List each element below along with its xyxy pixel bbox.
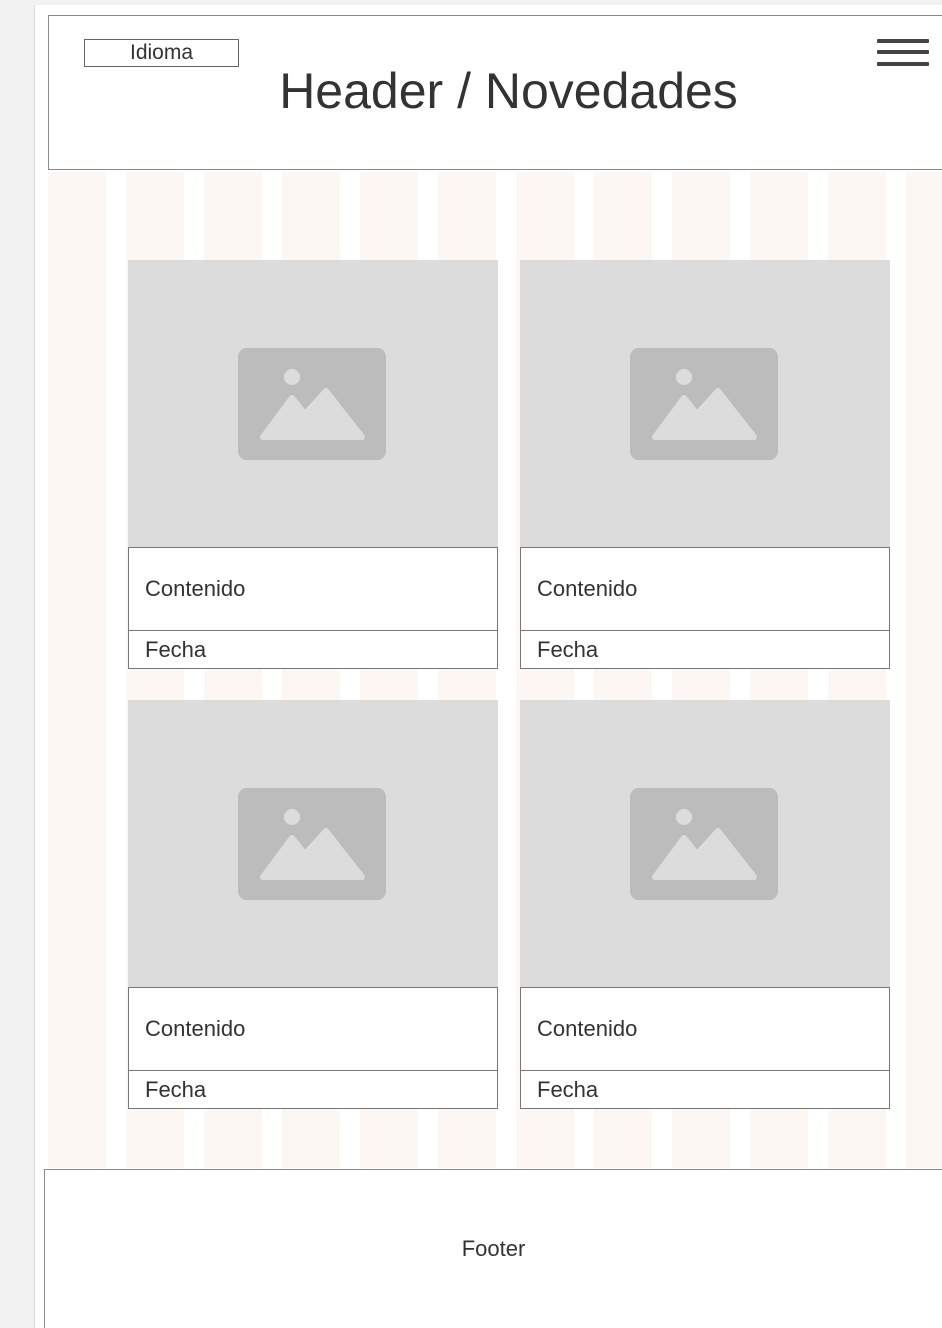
news-date: Fecha (520, 631, 890, 669)
hamburger-menu-icon[interactable] (877, 37, 929, 69)
footer: Footer (44, 1169, 942, 1328)
image-placeholder-icon (238, 788, 386, 900)
news-card[interactable]: Contenido Fecha (128, 700, 498, 1109)
news-content[interactable]: Contenido (128, 547, 498, 631)
news-image (128, 700, 498, 987)
image-placeholder-icon (238, 348, 386, 460)
image-placeholder-icon (630, 348, 778, 460)
news-card[interactable]: Contenido Fecha (128, 260, 498, 669)
news-date: Fecha (128, 631, 498, 669)
page-title: Header / Novedades (279, 63, 738, 119)
image-placeholder-icon (630, 788, 778, 900)
news-content[interactable]: Contenido (128, 987, 498, 1071)
news-date: Fecha (128, 1071, 498, 1109)
news-date: Fecha (520, 1071, 890, 1109)
news-content[interactable]: Contenido (520, 547, 890, 631)
news-image (520, 260, 890, 547)
news-content[interactable]: Contenido (520, 987, 890, 1071)
news-image (520, 700, 890, 987)
header: Idioma Header / Novedades (48, 15, 942, 170)
news-image (128, 260, 498, 547)
news-card[interactable]: Contenido Fecha (520, 700, 890, 1109)
news-card[interactable]: Contenido Fecha (520, 260, 890, 669)
